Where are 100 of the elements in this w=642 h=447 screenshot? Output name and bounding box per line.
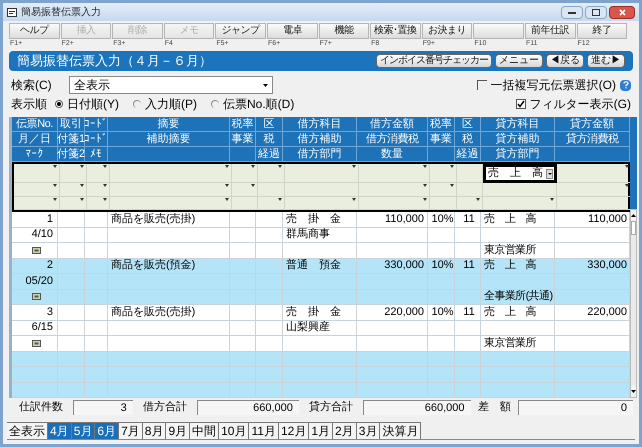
filter-cell[interactable] [60,164,87,183]
table-cell [357,367,428,382]
function-key-button[interactable]: お決まり [422,23,472,39]
checkbox[interactable] [476,80,487,90]
filter-cell[interactable] [430,196,457,210]
scroll-up-icon[interactable] [631,214,636,217]
function-key-button[interactable]: 電卓 [266,23,318,39]
filter-cell[interactable] [14,164,60,183]
month-tab[interactable]: 7月 [119,422,143,439]
total-value: 3 [73,400,133,415]
month-tab[interactable]: 決算月 [380,422,422,439]
function-key-button[interactable] [473,23,524,39]
filter-cell[interactable] [110,183,232,196]
scroll-down-icon[interactable] [631,390,636,393]
table-cell: 11 [455,258,481,274]
table-cell [428,290,455,305]
dropdown-arrow-icon [476,198,480,200]
checkbox[interactable] [516,99,526,109]
month-tab[interactable]: 9月 [166,422,190,439]
filter-cell[interactable] [110,164,232,183]
filter-cell[interactable] [483,183,557,196]
radio-button[interactable] [211,100,219,108]
table-cell [256,243,283,258]
function-key-button[interactable]: ヘルプ [9,23,60,39]
table-cell: 売 掛 金 [283,305,357,320]
scroll-thumb[interactable] [631,221,636,235]
memo-icon[interactable] [32,246,41,254]
toolbar-button[interactable]: メニュー [495,54,543,68]
table-cell [230,290,256,305]
table-cell [357,274,428,290]
filter-cell[interactable] [14,183,60,196]
table-cell [58,228,85,243]
table-cell [230,320,256,336]
month-tab[interactable]: 全表示 [7,422,48,439]
month-tab[interactable]: 中間 [190,422,220,439]
radio-button[interactable] [133,100,141,108]
filter-cell[interactable] [60,183,87,196]
dropdown-arrow-icon [80,165,84,168]
filter-cell[interactable] [430,164,457,183]
column-header: 伝票No. [12,117,58,132]
toolbar-button[interactable]: ◀戻る [546,54,584,68]
month-tab[interactable]: 8月 [142,422,166,439]
month-tab[interactable]: 6月 [95,422,120,439]
filter-cell[interactable] [232,196,258,210]
help-icon[interactable] [620,80,631,90]
filter-cell[interactable] [285,196,359,210]
month-tab[interactable]: 2月 [333,422,357,439]
scrollbar[interactable] [630,209,637,398]
filter-cell[interactable] [457,183,483,196]
toolbar-button[interactable]: インボイス番号チェッカー [376,54,492,68]
filter-cell[interactable] [232,164,258,183]
memo-icon[interactable] [32,293,41,300]
filter-cell[interactable] [359,164,430,183]
function-key-button[interactable]: 前年仕訳 [524,23,576,39]
filter-cell[interactable] [258,196,285,210]
filter-cell[interactable] [14,196,60,210]
filter-cell[interactable] [258,164,285,183]
memo-icon[interactable] [32,340,41,347]
month-tab[interactable]: 5月 [72,422,96,439]
filter-cell[interactable] [232,183,258,196]
filter-cell[interactable] [285,164,359,183]
maximize-button[interactable] [585,6,607,18]
filter-cell[interactable] [457,196,483,210]
function-key-button[interactable]: 検索･置換 [370,23,421,39]
filter-cell[interactable] [87,164,110,183]
minimize-button[interactable] [561,6,583,18]
filter-cell[interactable] [87,196,110,210]
table-cell: 商品を販売(預金) [108,258,230,274]
table-cell [85,367,108,382]
table-cell: 11 [455,305,481,320]
search-dropdown[interactable]: 全表示 [69,76,273,94]
filter-cell[interactable] [359,196,430,210]
toolbar-button[interactable]: 進む▶ [587,54,625,68]
filter-cell[interactable] [87,183,110,196]
radio-button[interactable] [55,100,63,108]
month-tab[interactable]: 1月 [309,422,333,439]
table-cell [256,352,283,367]
function-key-button[interactable]: 機能 [318,23,370,39]
function-key-button[interactable]: 終了 [576,23,628,39]
filter-combo-box[interactable]: 売 上 高 [483,164,557,183]
checkbox-label: 一括複写元伝票選択(O) [490,77,616,94]
month-tab[interactable]: 10月 [219,422,250,439]
month-tab[interactable]: 3月 [356,422,380,439]
dropdown-arrow-icon [278,165,282,168]
dropdown-button[interactable] [546,168,553,178]
filter-cell[interactable] [285,183,359,196]
filter-cell[interactable] [258,183,285,196]
month-tab[interactable]: 11月 [249,422,279,439]
filter-cell[interactable] [430,183,457,196]
close-button[interactable] [609,6,635,18]
function-key-button[interactable]: ジャンプ [215,23,266,39]
table-cell [230,228,256,243]
filter-cell[interactable] [110,196,232,210]
filter-cell[interactable] [483,196,557,210]
month-tab[interactable]: 4月 [48,422,72,439]
dropdown-arrow-icon [225,198,229,200]
month-tab[interactable]: 12月 [278,422,310,439]
filter-cell[interactable] [359,183,430,196]
filter-cell[interactable] [60,196,87,210]
table-cell [85,243,108,258]
